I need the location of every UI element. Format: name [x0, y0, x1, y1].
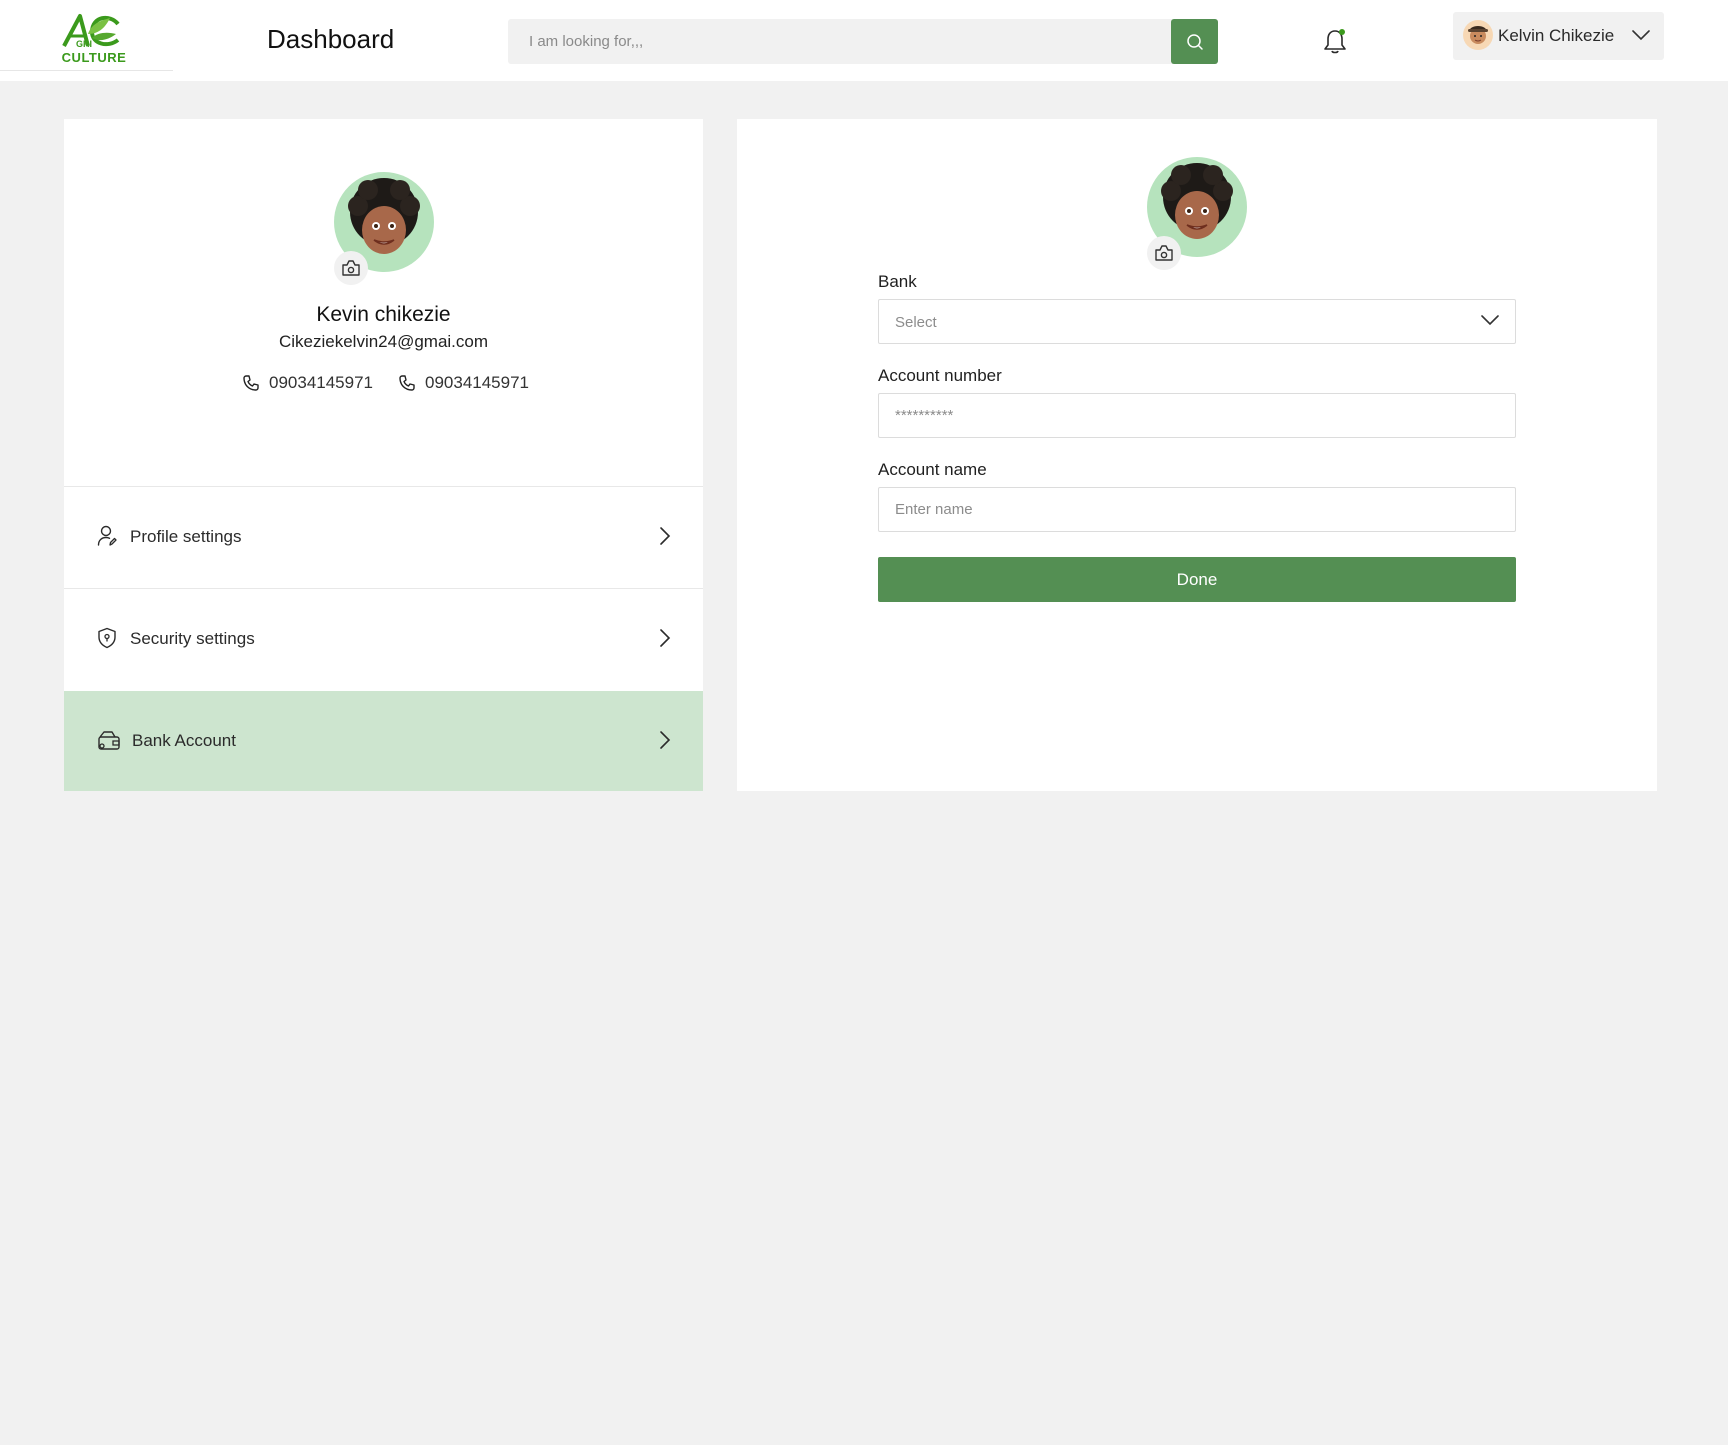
- avatar-icon: [1468, 26, 1488, 44]
- chevron-right-icon: [660, 527, 671, 545]
- agriculture-logo[interactable]: GRI CULTURE: [58, 12, 130, 68]
- shield-icon: [98, 627, 116, 649]
- bank-label: Bank: [878, 272, 917, 291]
- logo-text: CULTURE: [61, 50, 127, 65]
- user-menu[interactable]: Kelvin Chikezie: [1453, 12, 1664, 60]
- search-input[interactable]: [508, 19, 1170, 64]
- bell-icon: [1324, 29, 1346, 54]
- top-header: GRI CULTURE Dashboard I am looking for,,…: [0, 0, 1728, 81]
- menu-item-bank-account[interactable]: Bank Account: [64, 691, 703, 791]
- phone-icon: [399, 375, 415, 391]
- user-name: Kelvin Chikezie: [1498, 26, 1615, 45]
- phone-number-text: 09034145971: [425, 373, 530, 392]
- phone-number-text: 09034145971: [269, 373, 374, 392]
- menu-item-label: Bank Account: [132, 731, 236, 750]
- logo-leaf-icon: [62, 14, 120, 47]
- bank-select[interactable]: Select: [878, 299, 1516, 344]
- profile-card: Kevin chikezie Cikeziekelvin24@gmai.com …: [64, 119, 703, 791]
- done-button[interactable]: Done: [878, 557, 1516, 602]
- bank-account-form: Bank Select Account number Account name …: [737, 119, 1657, 791]
- change-photo-button[interactable]: [334, 251, 368, 285]
- phone-number: 09034145971: [398, 373, 529, 393]
- user-edit-icon: [97, 525, 117, 546]
- menu-item-security-settings[interactable]: Security settings: [64, 588, 703, 688]
- account-name-field: [878, 487, 1516, 532]
- account-name-input[interactable]: [879, 488, 1515, 531]
- user-avatar: [1463, 20, 1493, 50]
- logo-subtext: GRI: [76, 39, 93, 49]
- account-number-field: [878, 393, 1516, 438]
- profile-name: Kevin chikezie: [316, 303, 451, 326]
- menu-item-profile-settings[interactable]: Profile settings: [64, 486, 703, 586]
- menu-item-label: Security settings: [130, 628, 255, 648]
- search-icon: [1186, 33, 1203, 50]
- profile-summary: Kevin chikezie Cikeziekelvin24@gmai.com …: [64, 119, 703, 486]
- page-title: Dashboard: [267, 24, 395, 54]
- account-number-label: Account number: [878, 366, 1002, 385]
- profile-email: Cikeziekelvin24@gmai.com: [278, 332, 489, 351]
- phone-number: 09034145971: [242, 373, 373, 393]
- search-button[interactable]: [1171, 19, 1218, 64]
- search-bar: [508, 19, 1218, 64]
- chevron-right-icon: [660, 731, 671, 749]
- account-name-label: Account name: [878, 460, 987, 479]
- notification-bell[interactable]: [1322, 27, 1348, 55]
- bank-select-value: Select: [895, 314, 937, 331]
- chevron-down-icon: [1632, 30, 1650, 41]
- chevron-right-icon: [660, 629, 671, 647]
- wallet-icon: [98, 731, 120, 750]
- camera-icon: [342, 260, 360, 276]
- logo-divider: [0, 70, 173, 71]
- change-photo-button[interactable]: [1147, 236, 1181, 270]
- phone-icon: [243, 375, 259, 391]
- account-number-input[interactable]: [879, 394, 1515, 437]
- menu-item-label: Profile settings: [130, 526, 242, 546]
- chevron-down-icon: [1481, 315, 1499, 326]
- camera-icon: [1155, 245, 1173, 261]
